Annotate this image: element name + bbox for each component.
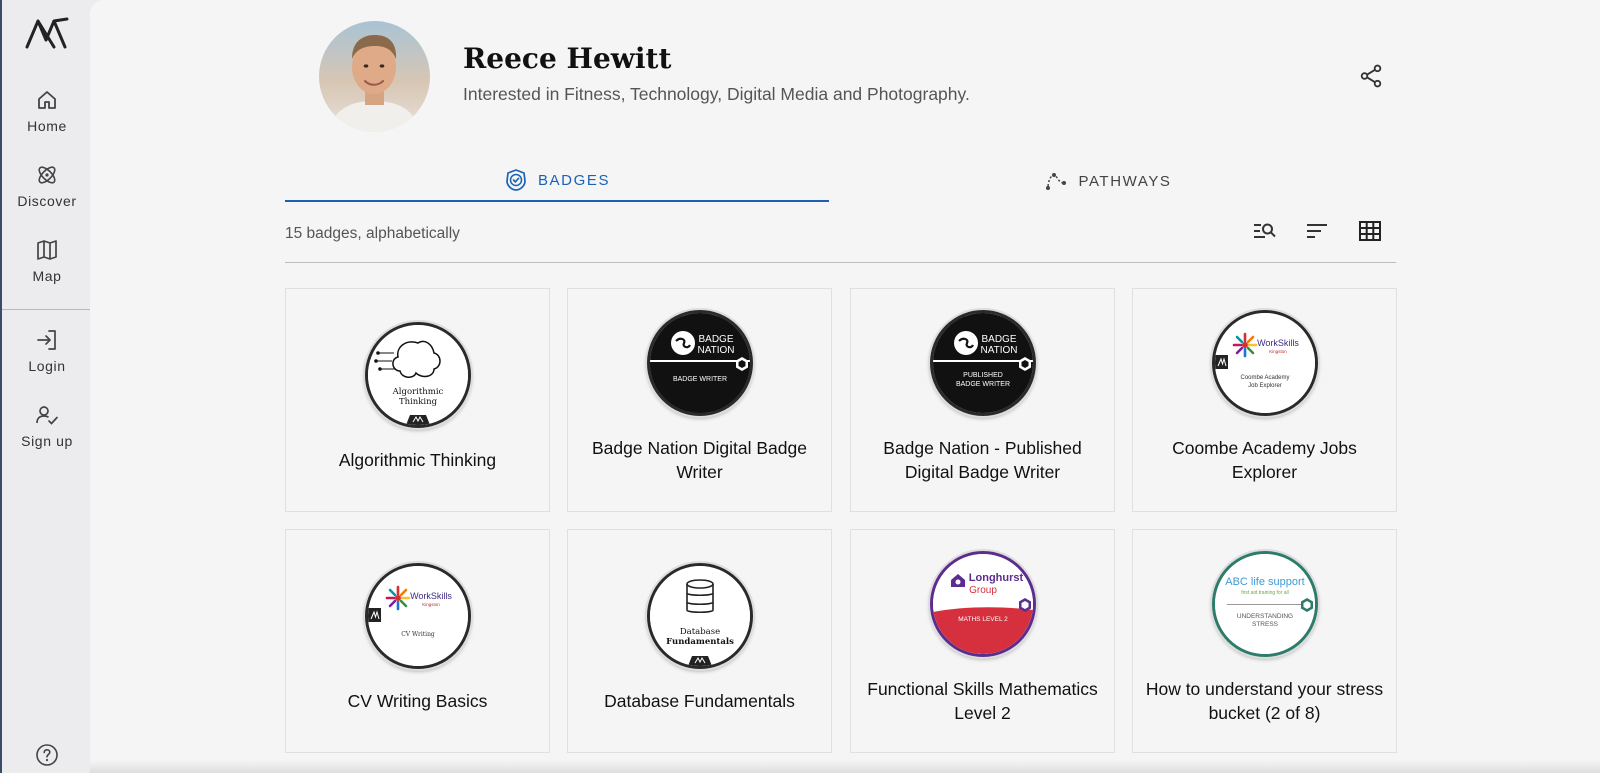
sidebar: Home Discover Map Login Sign up [0, 0, 92, 773]
app-logo-icon[interactable] [24, 16, 70, 50]
badge-title: Algorithmic Thinking [338, 450, 497, 470]
list-divider [285, 262, 1396, 263]
badge-image-text: first aid training for all [1241, 590, 1289, 596]
badge-title: Badge Nation Digital Badge Writer [591, 438, 807, 482]
badge-title: Badge Nation - Published Digital Badge W… [883, 438, 1082, 482]
badge-image-text: BADGE [981, 334, 1016, 345]
scroll-edge-shadow [90, 760, 1600, 773]
badge-image-text: MATHS LEVEL 2 [958, 616, 1008, 623]
nav-divider [2, 309, 92, 310]
pathways-icon [1046, 173, 1067, 190]
nav-signup[interactable]: Sign up [2, 403, 92, 449]
badge-icon [506, 169, 526, 191]
discover-icon [38, 166, 56, 184]
badge-card-coombe-academy[interactable]: WorkSkills Kingston Coombe Academy Job E… [1132, 288, 1397, 512]
badge-image: Database Fundamentals [647, 563, 753, 669]
badge-image-text: Algorithmic [392, 387, 444, 397]
badge-image-text: Longhurst [969, 572, 1024, 584]
nav-login[interactable]: Login [2, 328, 92, 374]
badge-image-text: BADGE WRITER [956, 381, 1010, 388]
badge-image-text: ABC life support [1225, 576, 1304, 588]
nav-map[interactable]: Map [2, 238, 92, 284]
map-icon [37, 240, 57, 260]
badge-image-text: Database [680, 627, 720, 637]
badge-card-database-fundamentals[interactable]: Database Fundamentals Database Fundament… [567, 529, 832, 753]
badge-image-text: Thinking [399, 397, 438, 407]
sort-icon[interactable] [1304, 218, 1330, 244]
profile-bio: Interested in Fitness, Technology, Digit… [463, 84, 970, 104]
badge-image: ABC life support first aid training for … [1212, 551, 1318, 657]
badge-image: Algorithmic Thinking [365, 322, 471, 428]
badge-image-text: NATION [980, 345, 1017, 356]
badge-image-text: STRESS [1252, 621, 1279, 628]
avatar-photo [329, 35, 420, 132]
badge-image: Longhurst Group MATHS LEVEL 2 [930, 551, 1036, 657]
profile-avatar [319, 21, 430, 132]
badge-card-badge-nation-published[interactable]: BADGE NATION PUBLISHED BADGE WRITER Badg… [850, 288, 1115, 512]
nav-map-label: Map [32, 268, 62, 284]
nav-discover-label: Discover [17, 193, 77, 209]
badge-card-algorithmic-thinking[interactable]: Algorithmic Thinking Algorithmic Thinkin… [285, 288, 550, 512]
badge-card-cv-writing[interactable]: WorkSkills Kingston CV Writing CV Writin… [285, 529, 550, 753]
badge-image-text: NATION [697, 345, 734, 356]
badge-image: WorkSkills Kingston CV Writing [365, 563, 471, 669]
badge-image-text: BADGE [698, 334, 733, 345]
badge-image-text: BADGE WRITER [673, 376, 727, 383]
tab-badges[interactable]: BADGES [285, 160, 829, 202]
badge-image-text: CV Writing [401, 631, 435, 638]
badge-title: How to understand your stress bucket (2 … [1145, 679, 1384, 723]
grid-view-icon[interactable] [1357, 218, 1383, 244]
nav-home[interactable]: Home [2, 88, 92, 134]
login-icon [37, 330, 56, 350]
home-icon [38, 91, 56, 109]
badge-image-text: UNDERSTANDING [1237, 613, 1293, 620]
badge-image: WorkSkills Kingston Coombe Academy Job E… [1212, 310, 1318, 416]
badge-count-sort-info: 15 badges, alphabetically [285, 225, 460, 242]
badge-image-text: Fundamentals [666, 637, 734, 647]
badge-image-text: Group [969, 585, 997, 596]
tab-badges-label: BADGES [537, 171, 611, 189]
badge-card-badge-nation-writer[interactable]: BADGE NATION BADGE WRITER Badge Nation D… [567, 288, 832, 512]
help-icon[interactable] [35, 743, 59, 767]
badge-image: BADGE NATION BADGE WRITER [647, 310, 753, 416]
badge-image-text: Kingston [422, 602, 440, 607]
badge-card-functional-skills-maths[interactable]: Longhurst Group MATHS LEVEL 2 Functional… [850, 529, 1115, 753]
badge-image-text: Coombe Academy [1240, 375, 1289, 381]
badge-card-stress-bucket[interactable]: ABC life support first aid training for … [1132, 529, 1397, 753]
filter-search-icon[interactable] [1251, 218, 1277, 244]
badge-image: BADGE NATION PUBLISHED BADGE WRITER [930, 310, 1036, 416]
badge-title: Database Fundamentals [604, 691, 795, 711]
badge-image-text: Job Explorer [1248, 383, 1282, 389]
nav-login-label: Login [28, 358, 66, 374]
share-icon[interactable] [1358, 63, 1384, 89]
main-panel: Reece Hewitt Interested in Fitness, Tech… [90, 0, 1600, 773]
tab-pathways[interactable]: PATHWAYS [829, 160, 1387, 202]
nav-signup-label: Sign up [21, 433, 73, 449]
nav-home-label: Home [27, 118, 67, 134]
profile-name: Reece Hewitt [463, 42, 672, 75]
badge-image-text: WorkSkills [410, 591, 452, 601]
badge-title: Coombe Academy Jobs Explorer [1172, 438, 1357, 482]
badge-title: CV Writing Basics [347, 691, 488, 711]
tab-pathways-label: PATHWAYS [1078, 172, 1172, 190]
badge-image-text: Kingston [1269, 349, 1287, 354]
signup-icon [36, 406, 58, 425]
badge-title: Functional Skills Mathematics Level 2 [867, 679, 1098, 723]
badge-image-text: WorkSkills [1257, 338, 1299, 348]
nav-discover[interactable]: Discover [2, 163, 92, 209]
badge-image-text: PUBLISHED [963, 372, 1003, 379]
